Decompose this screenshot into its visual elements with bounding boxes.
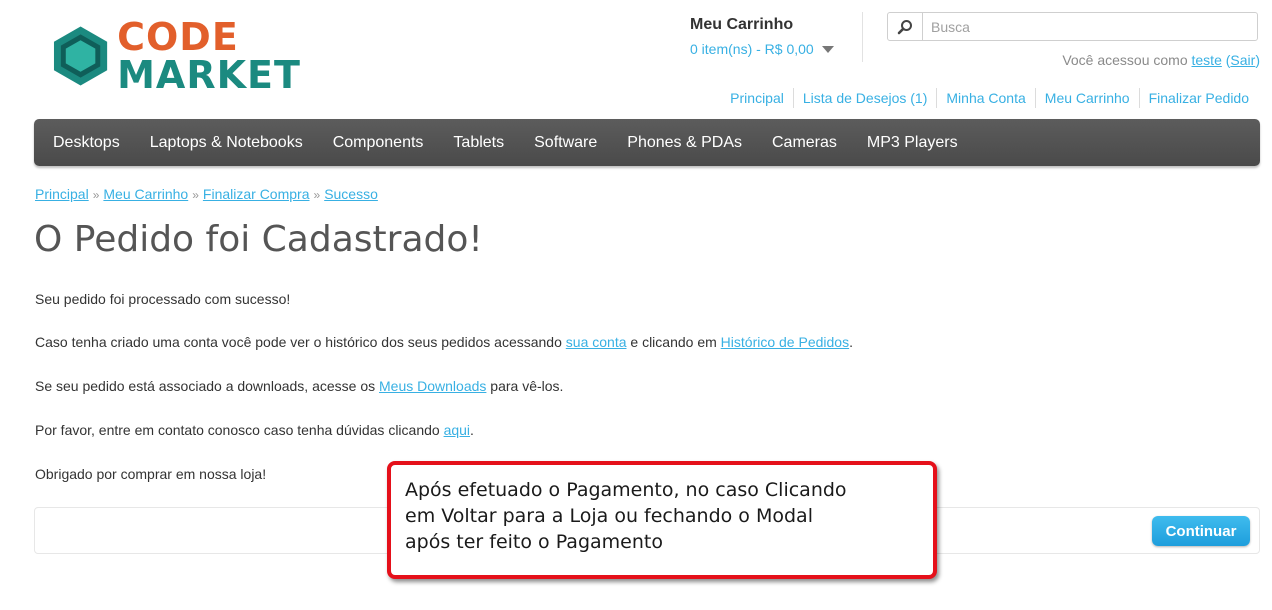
menu-item-laptops[interactable]: Laptops & Notebooks bbox=[135, 119, 318, 166]
search-button[interactable] bbox=[888, 13, 923, 40]
paragraph-text: . bbox=[470, 422, 474, 438]
paren-close: ) bbox=[1255, 52, 1260, 68]
paragraph-text: Se seu pedido está associado a downloads… bbox=[35, 378, 376, 394]
my-downloads-link[interactable]: Meus Downloads bbox=[379, 378, 486, 394]
breadcrumb: Principal» Meu Carrinho» Finalizar Compra»… bbox=[35, 186, 378, 202]
menu-item-mp3[interactable]: MP3 Players bbox=[852, 119, 973, 166]
annotation-callout: Após efetuado o Pagamento, no caso Clica… bbox=[387, 461, 937, 579]
logout-link[interactable]: Sair bbox=[1230, 52, 1255, 68]
breadcrumb-separator: » bbox=[92, 188, 100, 202]
page-title: O Pedido foi Cadastrado! bbox=[34, 219, 483, 260]
menu-item-phones[interactable]: Phones & PDAs bbox=[612, 119, 757, 166]
top-link-home[interactable]: Principal bbox=[721, 88, 793, 108]
logo-word-market: MARKET bbox=[117, 53, 301, 97]
breadcrumb-checkout[interactable]: Finalizar Compra bbox=[203, 186, 310, 202]
cart-widget: Meu Carrinho 0 item(ns) - R$ 0,00 bbox=[690, 14, 862, 59]
my-account-link[interactable]: sua conta bbox=[566, 334, 627, 350]
search-icon bbox=[897, 19, 912, 34]
cart-title: Meu Carrinho bbox=[690, 16, 794, 33]
menu-item-desktops[interactable]: Desktops bbox=[38, 119, 135, 166]
thank-you-message: Obrigado por comprar em nossa loja! bbox=[35, 464, 266, 484]
paragraph-text: Por favor, entre em contato conosco caso… bbox=[35, 422, 440, 438]
menu-item-software[interactable]: Software bbox=[519, 119, 612, 166]
menu-item-components[interactable]: Components bbox=[318, 119, 439, 166]
menu-item-cameras[interactable]: Cameras bbox=[757, 119, 852, 166]
paragraph-text: e clicando em bbox=[630, 334, 717, 350]
paragraph-text: . bbox=[849, 334, 853, 350]
paragraph-text: Caso tenha criado uma conta você pode ve… bbox=[35, 334, 562, 350]
account-username-link[interactable]: teste bbox=[1192, 52, 1222, 68]
top-link-cart[interactable]: Meu Carrinho bbox=[1034, 88, 1139, 108]
search-box bbox=[887, 12, 1258, 41]
breadcrumb-separator: » bbox=[313, 188, 321, 202]
order-history-paragraph: Caso tenha criado uma conta você pode ve… bbox=[35, 332, 853, 352]
cart-summary-text: 0 item(ns) - R$ 0,00 bbox=[690, 41, 814, 57]
menu-item-tablets[interactable]: Tablets bbox=[438, 119, 519, 166]
paragraph-text: Obrigado por comprar em nossa loja! bbox=[35, 466, 267, 482]
logo-text: CODE MARKET bbox=[117, 18, 432, 94]
hexagon-logo-icon bbox=[53, 26, 108, 86]
search-input[interactable] bbox=[923, 14, 1257, 39]
top-links: Principal Lista de Desejos (1) Minha Con… bbox=[721, 88, 1258, 108]
top-link-wishlist[interactable]: Lista de Desejos (1) bbox=[792, 88, 937, 108]
breadcrumb-cart[interactable]: Meu Carrinho bbox=[103, 186, 188, 202]
success-message: Seu pedido foi processado com sucesso! bbox=[35, 289, 290, 309]
breadcrumb-home[interactable]: Principal bbox=[35, 186, 89, 202]
breadcrumb-separator: » bbox=[192, 188, 199, 202]
welcome-prefix: Você acessou como bbox=[1062, 52, 1188, 68]
store-logo[interactable]: CODE MARKET bbox=[52, 18, 432, 94]
welcome-message: Você acessou como teste (Sair) bbox=[1062, 52, 1260, 68]
top-link-account[interactable]: Minha Conta bbox=[936, 88, 1034, 108]
paragraph-text: para vê-los. bbox=[490, 378, 564, 394]
contact-paragraph: Por favor, entre em contato conosco caso… bbox=[35, 420, 474, 440]
caret-down-icon bbox=[821, 45, 834, 53]
main-menu: Desktops Laptops & Notebooks Components … bbox=[34, 119, 1260, 166]
callout-text: Após efetuado o Pagamento, no caso Clica… bbox=[405, 479, 847, 553]
contact-link[interactable]: aqui bbox=[444, 422, 470, 438]
downloads-paragraph: Se seu pedido está associado a downloads… bbox=[35, 376, 563, 396]
breadcrumb-success[interactable]: Sucesso bbox=[324, 186, 378, 202]
paragraph-text: Seu pedido foi processado com sucesso! bbox=[35, 291, 291, 307]
order-history-link[interactable]: Histórico de Pedidos bbox=[721, 334, 849, 350]
divider bbox=[862, 12, 863, 62]
cart-summary-toggle[interactable]: 0 item(ns) - R$ 0,00 bbox=[690, 39, 862, 59]
top-link-checkout[interactable]: Finalizar Pedido bbox=[1138, 88, 1258, 108]
continue-button[interactable]: Continuar bbox=[1152, 516, 1250, 546]
